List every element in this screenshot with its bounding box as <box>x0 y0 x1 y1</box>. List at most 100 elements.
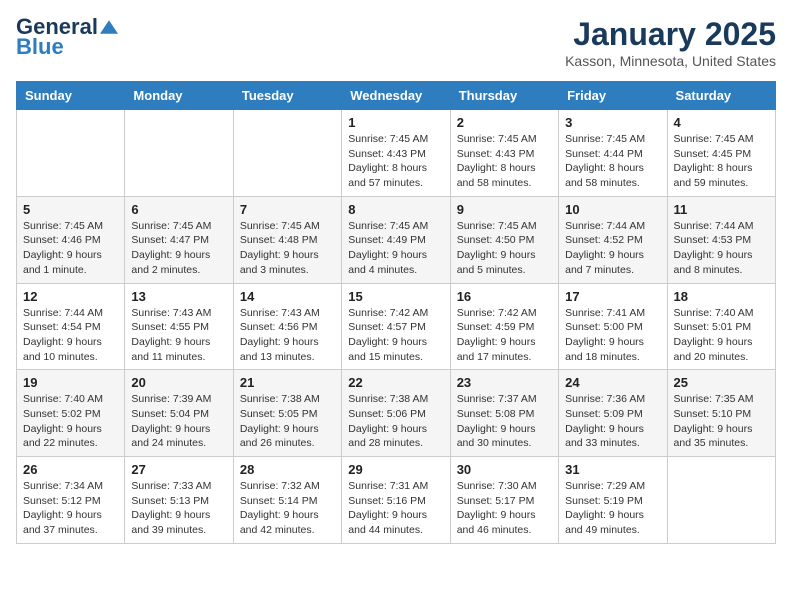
logo-icon <box>100 18 118 36</box>
calendar-cell: 25Sunrise: 7:35 AM Sunset: 5:10 PM Dayli… <box>667 370 775 457</box>
calendar-header-friday: Friday <box>559 82 667 110</box>
day-info: Sunrise: 7:41 AM Sunset: 5:00 PM Dayligh… <box>565 306 660 365</box>
title-block: January 2025 Kasson, Minnesota, United S… <box>565 16 776 69</box>
calendar-cell: 24 Sunrise: 7:36 AM Sunset: 5:09 PM Dayli… <box>559 370 667 457</box>
day-number: 8 <box>348 202 443 217</box>
day-number: 4 <box>674 115 769 130</box>
calendar-cell: 31Sunrise: 7:29 AM Sunset: 5:19 PM Dayli… <box>559 457 667 544</box>
day-number: 27 <box>131 462 226 477</box>
calendar-cell: 28 Sunrise: 7:32 AM Sunset: 5:14 PM Dayli… <box>233 457 341 544</box>
calendar-cell: 30 Sunrise: 7:30 AM Sunset: 5:17 PM Dayli… <box>450 457 558 544</box>
day-info: Sunrise: 7:42 AM Sunset: 4:57 PM Dayligh… <box>348 306 443 365</box>
day-info: Sunrise: 7:39 AM Sunset: 5:04 PM Dayligh… <box>131 392 226 451</box>
day-number: 19 <box>23 375 118 390</box>
day-number: 26 <box>23 462 118 477</box>
day-number: 10 <box>565 202 660 217</box>
calendar-cell: 15Sunrise: 7:42 AM Sunset: 4:57 PM Dayli… <box>342 283 450 370</box>
day-number: 9 <box>457 202 552 217</box>
calendar-cell: 11Sunrise: 7:44 AM Sunset: 4:53 PM Dayli… <box>667 196 775 283</box>
calendar-cell: 19 Sunrise: 7:40 AM Sunset: 5:02 PM Dayli… <box>17 370 125 457</box>
day-number: 23 <box>457 375 552 390</box>
day-info: Sunrise: 7:32 AM Sunset: 5:14 PM Dayligh… <box>240 479 335 538</box>
page-header: General Blue January 2025 Kasson, Minnes… <box>16 16 776 69</box>
day-info: Sunrise: 7:37 AM Sunset: 5:08 PM Dayligh… <box>457 392 552 451</box>
calendar-cell: 9 Sunrise: 7:45 AM Sunset: 4:50 PM Daylig… <box>450 196 558 283</box>
day-number: 5 <box>23 202 118 217</box>
calendar-week-row: 19 Sunrise: 7:40 AM Sunset: 5:02 PM Dayli… <box>17 370 776 457</box>
calendar-cell: 27 Sunrise: 7:33 AM Sunset: 5:13 PM Dayli… <box>125 457 233 544</box>
calendar-cell: 29 Sunrise: 7:31 AM Sunset: 5:16 PM Dayli… <box>342 457 450 544</box>
day-number: 7 <box>240 202 335 217</box>
day-number: 6 <box>131 202 226 217</box>
calendar-cell: 22 Sunrise: 7:38 AM Sunset: 5:06 PM Dayli… <box>342 370 450 457</box>
day-info: Sunrise: 7:29 AM Sunset: 5:19 PM Dayligh… <box>565 479 660 538</box>
calendar-cell: 14Sunrise: 7:43 AM Sunset: 4:56 PM Dayli… <box>233 283 341 370</box>
calendar-cell: 7 Sunrise: 7:45 AM Sunset: 4:48 PM Daylig… <box>233 196 341 283</box>
calendar-header-tuesday: Tuesday <box>233 82 341 110</box>
calendar-cell <box>125 110 233 197</box>
day-info: Sunrise: 7:44 AM Sunset: 4:54 PM Dayligh… <box>23 306 118 365</box>
day-info: Sunrise: 7:45 AM Sunset: 4:49 PM Dayligh… <box>348 219 443 278</box>
day-info: Sunrise: 7:45 AM Sunset: 4:47 PM Dayligh… <box>131 219 226 278</box>
day-number: 25 <box>674 375 769 390</box>
day-number: 18 <box>674 289 769 304</box>
day-info: Sunrise: 7:33 AM Sunset: 5:13 PM Dayligh… <box>131 479 226 538</box>
calendar-cell: 23 Sunrise: 7:37 AM Sunset: 5:08 PM Dayli… <box>450 370 558 457</box>
day-number: 28 <box>240 462 335 477</box>
day-number: 20 <box>131 375 226 390</box>
calendar-week-row: 1 Sunrise: 7:45 AM Sunset: 4:43 PM Daylig… <box>17 110 776 197</box>
calendar-cell: 17 Sunrise: 7:41 AM Sunset: 5:00 PM Dayli… <box>559 283 667 370</box>
day-number: 12 <box>23 289 118 304</box>
logo-blue: Blue <box>16 36 64 58</box>
calendar-cell: 4Sunrise: 7:45 AM Sunset: 4:45 PM Daylig… <box>667 110 775 197</box>
calendar-cell: 26 Sunrise: 7:34 AM Sunset: 5:12 PM Dayli… <box>17 457 125 544</box>
day-number: 22 <box>348 375 443 390</box>
day-info: Sunrise: 7:31 AM Sunset: 5:16 PM Dayligh… <box>348 479 443 538</box>
calendar-cell: 13 Sunrise: 7:43 AM Sunset: 4:55 PM Dayli… <box>125 283 233 370</box>
day-number: 16 <box>457 289 552 304</box>
calendar-cell: 6 Sunrise: 7:45 AM Sunset: 4:47 PM Daylig… <box>125 196 233 283</box>
calendar-header-saturday: Saturday <box>667 82 775 110</box>
day-number: 13 <box>131 289 226 304</box>
calendar-cell: 18 Sunrise: 7:40 AM Sunset: 5:01 PM Dayli… <box>667 283 775 370</box>
calendar-cell: 3 Sunrise: 7:45 AM Sunset: 4:44 PM Daylig… <box>559 110 667 197</box>
day-info: Sunrise: 7:40 AM Sunset: 5:01 PM Dayligh… <box>674 306 769 365</box>
day-number: 21 <box>240 375 335 390</box>
calendar-cell: 5Sunrise: 7:45 AM Sunset: 4:46 PM Daylig… <box>17 196 125 283</box>
day-number: 11 <box>674 202 769 217</box>
day-number: 1 <box>348 115 443 130</box>
calendar-table: SundayMondayTuesdayWednesdayThursdayFrid… <box>16 81 776 544</box>
day-info: Sunrise: 7:38 AM Sunset: 5:05 PM Dayligh… <box>240 392 335 451</box>
day-info: Sunrise: 7:43 AM Sunset: 4:55 PM Dayligh… <box>131 306 226 365</box>
calendar-cell: 20 Sunrise: 7:39 AM Sunset: 5:04 PM Dayli… <box>125 370 233 457</box>
day-info: Sunrise: 7:45 AM Sunset: 4:50 PM Dayligh… <box>457 219 552 278</box>
day-number: 30 <box>457 462 552 477</box>
day-number: 2 <box>457 115 552 130</box>
day-info: Sunrise: 7:36 AM Sunset: 5:09 PM Dayligh… <box>565 392 660 451</box>
logo: General Blue <box>16 16 118 58</box>
day-number: 29 <box>348 462 443 477</box>
calendar-cell <box>233 110 341 197</box>
calendar-header-sunday: Sunday <box>17 82 125 110</box>
day-info: Sunrise: 7:40 AM Sunset: 5:02 PM Dayligh… <box>23 392 118 451</box>
calendar-cell: 12 Sunrise: 7:44 AM Sunset: 4:54 PM Dayli… <box>17 283 125 370</box>
calendar-week-row: 12 Sunrise: 7:44 AM Sunset: 4:54 PM Dayli… <box>17 283 776 370</box>
calendar-cell: 1Sunrise: 7:45 AM Sunset: 4:43 PM Daylig… <box>342 110 450 197</box>
day-number: 17 <box>565 289 660 304</box>
month-title: January 2025 <box>565 16 776 53</box>
day-info: Sunrise: 7:38 AM Sunset: 5:06 PM Dayligh… <box>348 392 443 451</box>
calendar-week-row: 26 Sunrise: 7:34 AM Sunset: 5:12 PM Dayli… <box>17 457 776 544</box>
day-info: Sunrise: 7:45 AM Sunset: 4:43 PM Dayligh… <box>457 132 552 191</box>
day-info: Sunrise: 7:44 AM Sunset: 4:52 PM Dayligh… <box>565 219 660 278</box>
location: Kasson, Minnesota, United States <box>565 53 776 69</box>
day-info: Sunrise: 7:34 AM Sunset: 5:12 PM Dayligh… <box>23 479 118 538</box>
day-number: 24 <box>565 375 660 390</box>
day-number: 3 <box>565 115 660 130</box>
day-info: Sunrise: 7:45 AM Sunset: 4:44 PM Dayligh… <box>565 132 660 191</box>
calendar-cell: 10 Sunrise: 7:44 AM Sunset: 4:52 PM Dayli… <box>559 196 667 283</box>
calendar-week-row: 5Sunrise: 7:45 AM Sunset: 4:46 PM Daylig… <box>17 196 776 283</box>
calendar-cell: 21 Sunrise: 7:38 AM Sunset: 5:05 PM Dayli… <box>233 370 341 457</box>
day-info: Sunrise: 7:45 AM Sunset: 4:48 PM Dayligh… <box>240 219 335 278</box>
calendar-header-wednesday: Wednesday <box>342 82 450 110</box>
day-info: Sunrise: 7:30 AM Sunset: 5:17 PM Dayligh… <box>457 479 552 538</box>
